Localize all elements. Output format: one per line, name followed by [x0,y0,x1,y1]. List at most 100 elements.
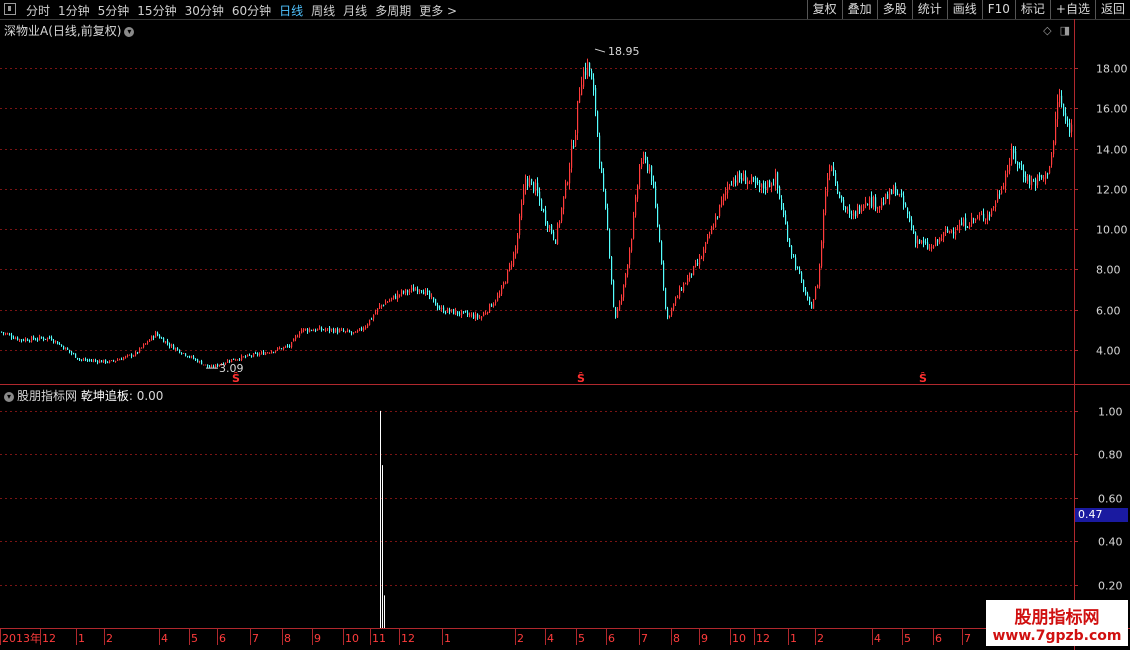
candle-body [155,332,157,338]
candle-body [87,360,89,362]
candle-body [341,329,343,331]
candle-body [947,229,949,233]
candle-body [945,230,947,232]
candle-body [1009,164,1011,171]
candle-body [315,329,317,332]
candle-body [321,327,323,331]
x-tick-label: 11 [372,632,386,645]
diamond-icon[interactable]: ◇ [1043,24,1051,37]
candle-body [543,209,545,211]
candle-body [823,212,825,243]
candle-body [305,328,307,330]
candle-body [809,297,811,304]
candle-body [961,222,963,226]
candle-body [99,360,101,363]
candle-body [667,308,669,317]
candle-body [37,339,39,341]
candle-body [241,356,243,360]
main-chart-title[interactable]: 深物业A(日线,前复权) ▾ [4,22,135,39]
candle-body [765,186,767,190]
candle-body [915,232,917,244]
candle-body [49,337,51,339]
candle-body [79,358,81,360]
x-tick-label: 1 [78,632,85,645]
candle-body [787,224,789,241]
candle-body [327,328,329,330]
candle-body [415,289,417,291]
candle-body [209,366,211,368]
candle-body [949,230,951,233]
candle-body [399,294,401,296]
candle-body [829,170,831,177]
x-tick-label: 1 [444,632,451,645]
candle-body [311,329,313,331]
candle-body [329,327,331,331]
candle-body [713,227,715,229]
candle-body [791,245,793,255]
watermark-url: www.7gpzb.com [992,628,1122,644]
candle-body [355,331,357,333]
candle-body [655,186,657,207]
candle-body [855,210,857,217]
candle-body [549,226,551,230]
candle-body [1001,190,1003,194]
candle-body [433,297,435,300]
candle-body [617,308,619,318]
candle-body [425,290,427,296]
candle-body [659,227,661,241]
x-tick-label: 5 [904,632,911,645]
x-tick-label: 6 [935,632,942,645]
candle-body [483,313,485,317]
candle-body [737,173,739,185]
candle-body [283,347,285,350]
candle-body [181,353,183,355]
candle-body [511,264,513,266]
candle-body [393,295,395,298]
candle-body [173,345,175,350]
candle-body [931,246,933,248]
candle-body [941,238,943,240]
candle-body [131,354,133,357]
panel-toggle-icon[interactable]: ◨ [1060,24,1070,37]
candle-body [679,288,681,298]
candle-body [53,340,55,343]
candle-body [407,290,409,293]
candle-body [1019,163,1021,165]
candle-body [427,290,429,292]
candle-body [151,335,153,341]
candle-body [1,331,3,333]
x-tick-label: 7 [641,632,648,645]
candle-body [269,352,271,354]
candle-body [3,332,5,334]
candle-body [717,216,719,218]
candle-body [1017,161,1019,166]
candle-body [673,303,675,309]
candle-body [753,178,755,180]
indicator-name: 乾坤追板 [80,389,129,403]
candle-body [1021,165,1023,170]
chevron-down-icon[interactable]: ▾ [124,26,135,37]
candle-body [1005,173,1007,187]
candle-body [907,208,909,214]
candle-body [683,283,685,291]
candle-body [521,203,523,218]
candle-body [623,284,625,298]
candle-body [111,360,113,362]
candle-body [345,331,347,333]
indicator-title[interactable]: ▾ 股朋指标网 乾坤追板: 0.00 [4,387,163,404]
stock-chart[interactable]: 4.006.008.0010.0012.0014.0016.0018.000.2… [0,0,1130,650]
candle-body [661,241,663,264]
x-tick-label: 4 [874,632,881,645]
candle-body [481,316,483,319]
candle-body [631,239,633,251]
chevron-down-icon[interactable]: ▾ [4,391,14,402]
candle-body [665,288,667,308]
y-tick-label: 16.00 [1096,103,1128,116]
candle-body [595,87,597,111]
candle-body [499,293,501,297]
candle-body [491,304,493,307]
candle-body [375,312,377,315]
candle-body [35,339,37,341]
candle-body [57,341,59,345]
candle-body [861,209,863,212]
